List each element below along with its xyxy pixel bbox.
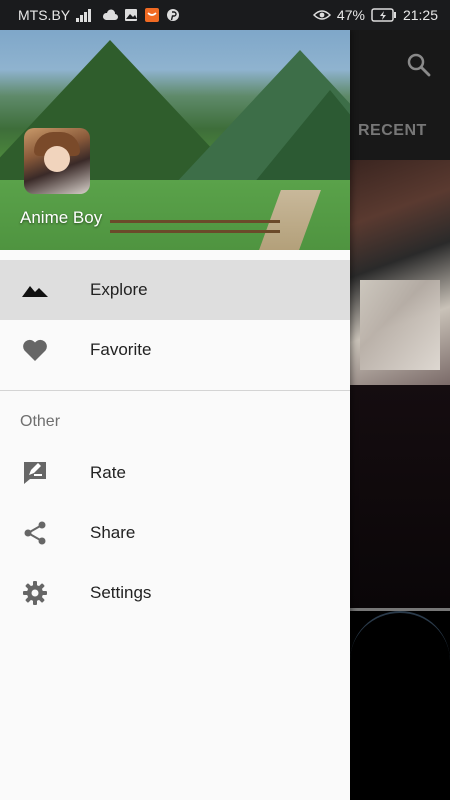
menu-item-label: Settings bbox=[90, 583, 152, 602]
wallpaper-thumbnail[interactable] bbox=[350, 160, 450, 385]
menu-item-explore[interactable]: Explore bbox=[0, 260, 350, 320]
signal-icon bbox=[76, 8, 96, 22]
gallery-icon bbox=[124, 8, 138, 22]
drawer-header: Anime Boy bbox=[0, 30, 350, 250]
battery-percent: 47% bbox=[336, 7, 365, 23]
status-bar: MTS.BY 47% 21:25 bbox=[0, 0, 450, 30]
tab-recent[interactable]: RECENT bbox=[358, 122, 427, 140]
wallpaper-thumbnail[interactable] bbox=[350, 385, 450, 610]
rate-review-icon bbox=[21, 459, 49, 487]
menu-item-share[interactable]: Share bbox=[0, 503, 350, 563]
shop-icon bbox=[144, 7, 160, 23]
menu-item-favorite[interactable]: Favorite bbox=[0, 320, 350, 380]
clock: 21:25 bbox=[402, 7, 438, 23]
gear-icon bbox=[21, 579, 49, 607]
menu-item-label: Share bbox=[90, 523, 136, 542]
menu-item-rate[interactable]: Rate bbox=[0, 443, 350, 503]
status-bar-right: 47% 21:25 bbox=[312, 7, 438, 23]
search-icon[interactable] bbox=[406, 52, 432, 83]
app-name: Anime Boy bbox=[20, 208, 103, 227]
battery-icon bbox=[371, 8, 397, 22]
navigation-drawer: Anime Boy Explore Favorite Other Rate Sh… bbox=[0, 30, 350, 800]
menu-item-label: Explore bbox=[90, 280, 148, 299]
drawer-menu: Explore Favorite Other Rate Share Settin… bbox=[0, 260, 350, 623]
status-bar-left: MTS.BY bbox=[18, 7, 180, 23]
mountains-icon bbox=[21, 276, 49, 304]
pinterest-icon bbox=[166, 8, 180, 22]
carrier-name: MTS.BY bbox=[18, 7, 71, 23]
section-title: Other bbox=[20, 413, 61, 430]
menu-item-label: Favorite bbox=[90, 340, 152, 359]
heart-icon bbox=[21, 336, 49, 364]
wallpaper-thumbnail[interactable] bbox=[350, 611, 450, 800]
menu-item-label: Rate bbox=[90, 463, 126, 482]
eye-icon bbox=[312, 9, 331, 21]
app-avatar bbox=[24, 128, 90, 194]
cloud-icon bbox=[102, 9, 119, 21]
share-icon bbox=[21, 519, 49, 547]
menu-item-settings[interactable]: Settings bbox=[0, 563, 350, 623]
